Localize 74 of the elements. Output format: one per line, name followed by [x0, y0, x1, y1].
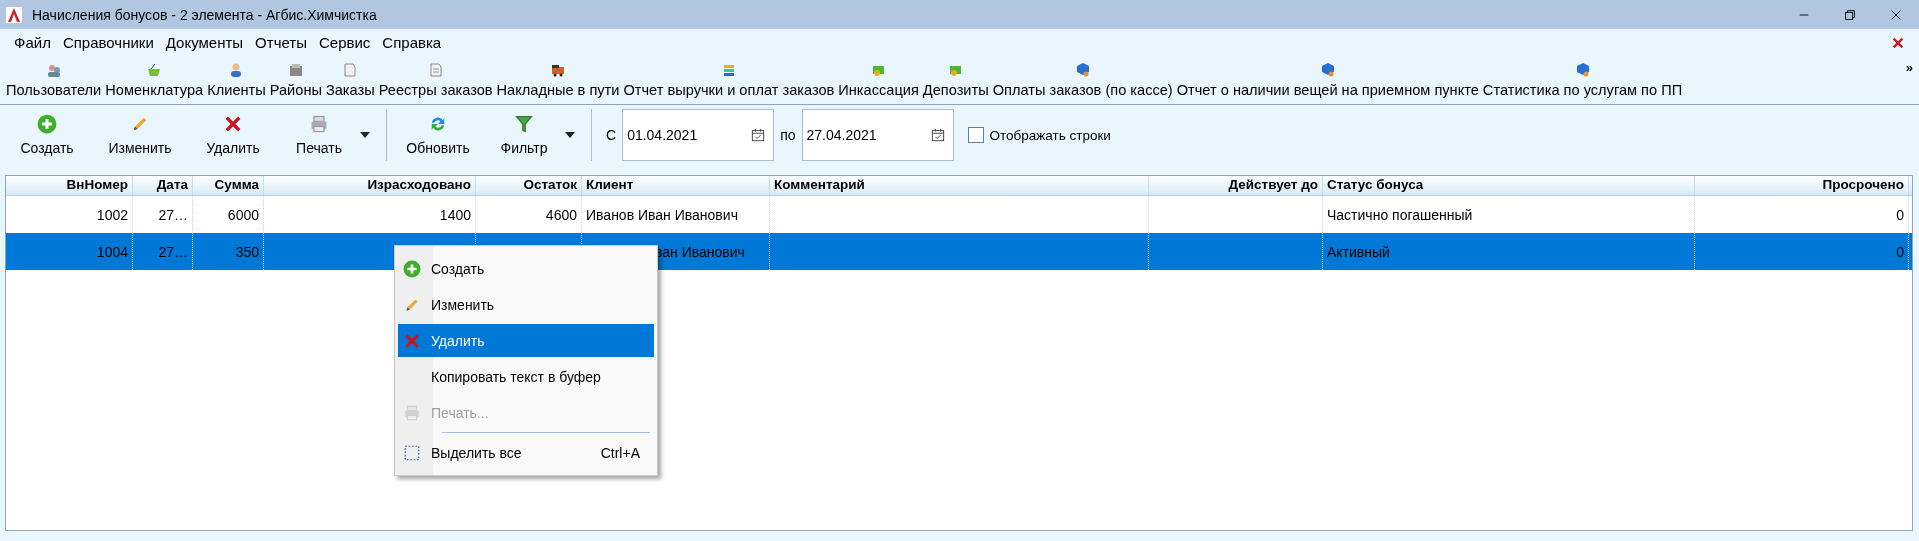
- table-cell: 350: [193, 233, 264, 270]
- column-header[interactable]: Клиент: [582, 176, 770, 195]
- column-header[interactable]: Израсходовано: [264, 176, 476, 195]
- table-cell: 27…: [133, 233, 193, 270]
- toolbar-link[interactable]: Заказы: [325, 82, 375, 98]
- toolbar-link[interactable]: Районы: [269, 82, 322, 98]
- menu-item[interactable]: Справочники: [56, 34, 160, 51]
- column-header[interactable]: ВнНомер: [6, 176, 133, 195]
- date-field[interactable]: 27.04.2021: [801, 109, 954, 161]
- window-title: Начисления бонусов - 2 элемента - Агбис.Химчистка: [32, 6, 378, 23]
- checkbox-label: Отображать строки: [989, 127, 1111, 143]
- close-icon[interactable]: [1891, 35, 1905, 50]
- column-header[interactable]: Остаток: [476, 176, 582, 195]
- dropdown-caret-icon[interactable]: [358, 130, 372, 140]
- calendar-icon[interactable]: [930, 128, 945, 142]
- toolbar-link[interactable]: Номенклатура: [105, 82, 204, 98]
- printer-icon: [309, 114, 329, 134]
- toolbar-link[interactable]: Инкассация: [838, 82, 919, 98]
- menu-item-label: Изменить: [431, 296, 495, 313]
- menu-item-label: Выделить все: [431, 444, 522, 461]
- column-header[interactable]: Комментарий: [770, 176, 1149, 195]
- menu-item-label: Печать...: [431, 404, 489, 421]
- date-from-label: С: [606, 127, 617, 143]
- menu-item[interactable]: Копировать текст в буфер: [398, 360, 654, 393]
- menu-item[interactable]: Документы: [159, 34, 250, 51]
- date-to-label: по: [780, 127, 796, 143]
- toolbar-link[interactable]: Отчет о наличии вещей на приемном пункте: [1176, 82, 1479, 98]
- toolbar-link[interactable]: Оплаты заказов (по кассе): [992, 82, 1173, 98]
- toolbar-link[interactable]: Статистика по услугам по ПП: [1482, 82, 1683, 98]
- checkbox[interactable]: [967, 127, 984, 143]
- toolbar-button[interactable]: Создать: [4, 112, 90, 158]
- shortcut-label: Ctrl+A: [600, 444, 640, 461]
- table-cell: 0: [1695, 233, 1909, 270]
- plus-icon: [403, 259, 421, 278]
- plus-icon: [37, 114, 57, 134]
- menu-item[interactable]: Удалить: [398, 324, 654, 357]
- toolbar-button[interactable]: Обновить: [395, 112, 481, 158]
- toolbar-link[interactable]: Клиенты: [207, 82, 266, 98]
- column-header[interactable]: Сумма: [193, 176, 264, 195]
- column-header[interactable]: Дата: [133, 176, 193, 195]
- toolbar-icon[interactable]: [550, 62, 566, 78]
- menu-item[interactable]: Выделить все Ctrl+A: [398, 436, 654, 469]
- table-cell: 1004: [6, 233, 133, 270]
- funnel-icon: [514, 114, 534, 134]
- menu-item-label: Удалить: [431, 332, 485, 349]
- toolbar-button[interactable]: Фильтр: [481, 112, 567, 158]
- toolbar-button[interactable]: Печать: [276, 112, 362, 158]
- toolbar-link[interactable]: Накладные в пути: [496, 82, 620, 98]
- column-header[interactable]: Действует до: [1149, 176, 1323, 195]
- overflow-chevron[interactable]: »: [1905, 60, 1913, 75]
- cross-icon: [403, 331, 421, 350]
- menu-item[interactable]: Справка: [376, 34, 448, 51]
- app-logo-icon: [6, 6, 22, 23]
- menu-item[interactable]: Файл: [8, 34, 57, 51]
- toolbar-link[interactable]: Депозиты: [922, 82, 989, 98]
- toolbar-link[interactable]: Реестры заказов: [378, 82, 493, 98]
- menu-item-label: Копировать текст в буфер: [431, 368, 601, 385]
- menu-item[interactable]: Сервис: [312, 34, 377, 51]
- dropdown-caret-icon[interactable]: [563, 130, 577, 140]
- calendar-icon[interactable]: [751, 128, 766, 142]
- column-header[interactable]: Просрочено: [1695, 176, 1909, 195]
- toolbar-button[interactable]: Удалить: [190, 112, 276, 158]
- cross-icon: [223, 114, 243, 134]
- toolbar-link[interactable]: Отчет выручки и оплат заказов: [623, 82, 835, 98]
- dashed-square-icon: [403, 443, 421, 462]
- table-cell: Активный: [1323, 233, 1695, 270]
- printer-icon: [403, 403, 421, 422]
- menu-item[interactable]: Отчеты: [249, 34, 313, 51]
- toolbar-link[interactable]: Пользователи: [6, 82, 102, 98]
- toolbar-button[interactable]: Изменить: [90, 112, 190, 158]
- restore-icon[interactable]: [1843, 7, 1857, 22]
- menu-item[interactable]: Изменить: [398, 288, 654, 321]
- column-header[interactable]: Статус бонуса: [1323, 176, 1695, 195]
- date-field[interactable]: 01.04.2021: [622, 109, 775, 161]
